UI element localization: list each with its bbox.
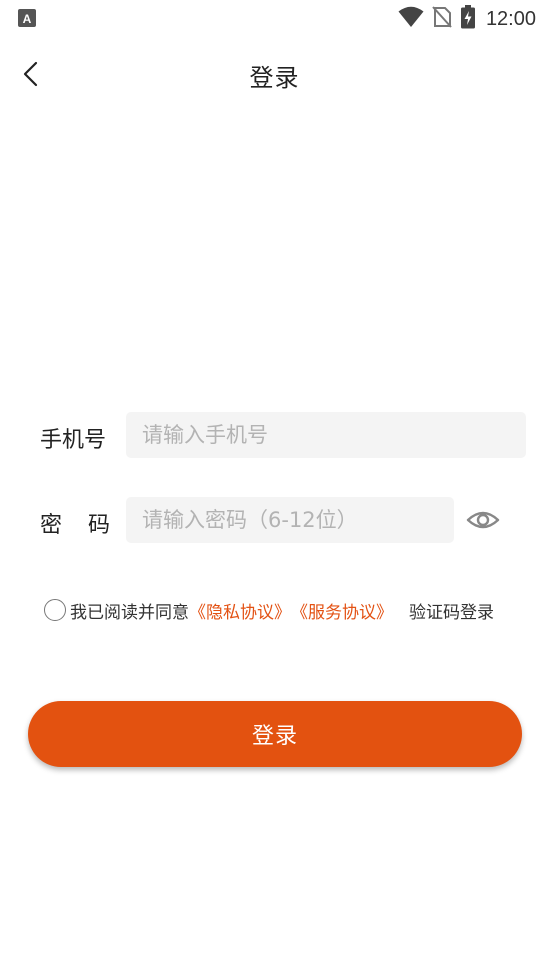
agree-radio[interactable] bbox=[44, 599, 66, 621]
sms-login-link[interactable]: 验证码登录 bbox=[409, 598, 494, 623]
privacy-policy-link[interactable]: 《隐私协议》 bbox=[189, 598, 291, 623]
password-input-box[interactable] bbox=[126, 497, 454, 543]
battery-charging-icon bbox=[460, 5, 476, 33]
password-row: 密码 bbox=[0, 497, 549, 543]
password-label: 密码 bbox=[40, 513, 137, 538]
eye-icon bbox=[466, 511, 500, 540]
login-button[interactable]: 登录 bbox=[28, 701, 522, 767]
agreement-text: 我已阅读并同意 bbox=[70, 602, 189, 623]
toggle-password-visibility-button[interactable] bbox=[466, 504, 500, 536]
svg-text:A: A bbox=[23, 12, 32, 26]
phone-row: 手机号 bbox=[0, 412, 549, 458]
agreement-row: 我已阅读并同意 《隐私协议》 《服务协议》 验证码登录 bbox=[44, 597, 494, 623]
page-title: 登录 bbox=[249, 64, 300, 92]
phone-label: 手机号 bbox=[40, 428, 107, 453]
phone-input-box[interactable] bbox=[126, 412, 526, 458]
phone-input[interactable] bbox=[142, 423, 526, 447]
a-notification-icon: A bbox=[18, 9, 36, 27]
no-sim-icon bbox=[432, 6, 452, 32]
header: 登录 bbox=[0, 50, 549, 100]
wifi-icon bbox=[398, 6, 424, 32]
status-bar: A 12:00 bbox=[0, 0, 549, 38]
password-input[interactable] bbox=[142, 508, 454, 532]
status-time: 12:00 bbox=[485, 7, 536, 30]
status-icons: 12:00 bbox=[398, 5, 536, 33]
service-agreement-link[interactable]: 《服务协议》 bbox=[291, 598, 393, 623]
